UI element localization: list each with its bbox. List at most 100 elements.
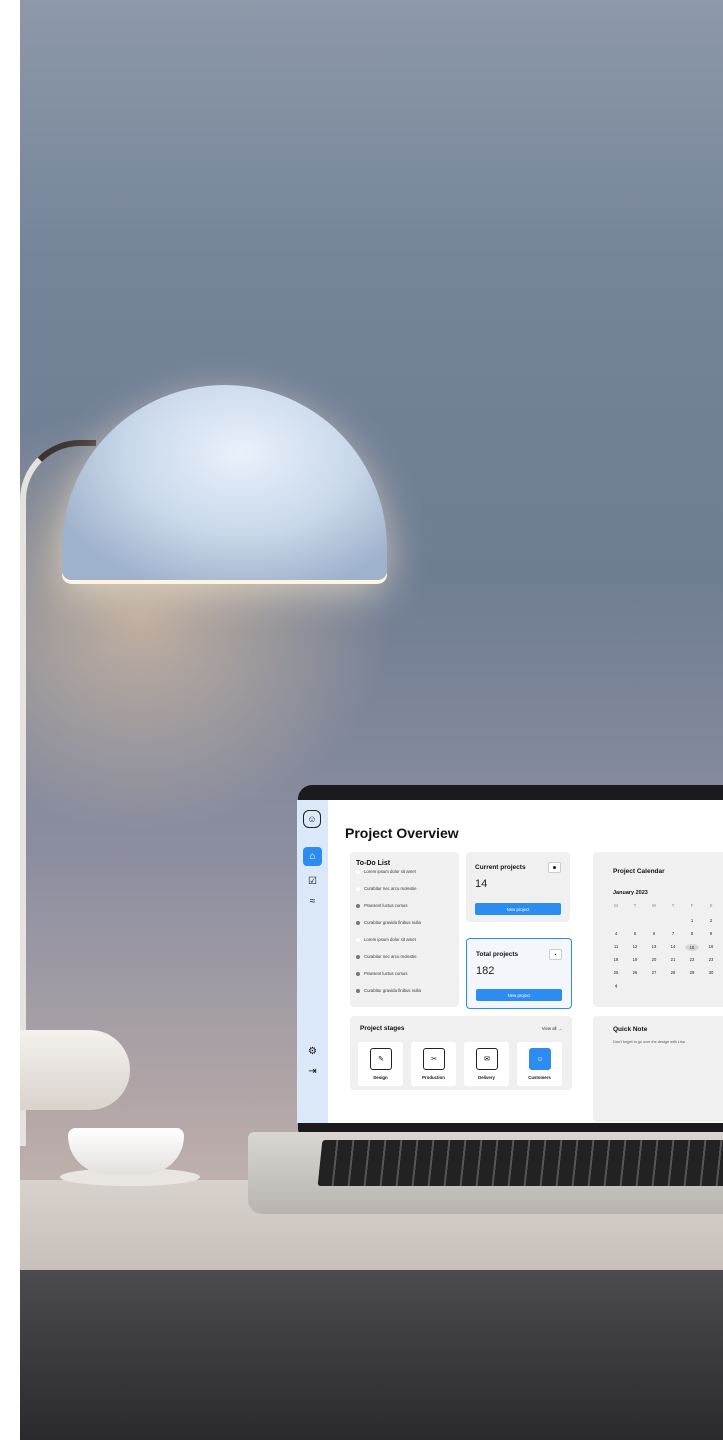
calendar-weekday: S	[709, 903, 713, 908]
calendar-day[interactable]: 22	[685, 957, 699, 962]
calendar-day[interactable]: 25	[609, 970, 623, 975]
calendar-day[interactable]: 27	[647, 970, 661, 975]
todo-item[interactable]: Curabitur gravida finibus nulla	[356, 988, 421, 993]
calendar-weekday: T	[633, 903, 637, 908]
calendar-day-today[interactable]: 15	[685, 944, 699, 951]
project-stages-card: Project stages View all → ✎ Design ✂ Pro…	[350, 1016, 572, 1090]
calendar-weekday: W	[652, 903, 656, 908]
laptop-screen: ☺ ⌂ ☑ ≈ ⚙ ⇥ Project Overview To-Do List …	[297, 800, 723, 1123]
todo-item-label: Lorem ipsum dolor sit amet	[364, 937, 416, 942]
scissors-icon: ✂	[423, 1048, 445, 1070]
mail-icon: ✉	[476, 1048, 498, 1070]
calendar-day[interactable]: 16	[704, 944, 718, 949]
users-icon: ☻	[548, 862, 561, 873]
todo-checkbox[interactable]	[356, 937, 360, 942]
support-icon[interactable]: ☺	[303, 810, 321, 828]
calendar-day[interactable]: 12	[628, 944, 642, 949]
calendar-weekday: M	[614, 903, 618, 908]
todo-item-label: Curabitur gravida finibus nulla	[364, 988, 421, 993]
quick-note-title: Quick Note	[613, 1026, 648, 1033]
calendar-day[interactable]: 30	[704, 970, 718, 975]
todo-item-label: Curabitur nec arcu molestie	[364, 886, 417, 891]
todo-checkbox[interactable]	[356, 903, 360, 908]
todo-item[interactable]: Curabitur gravida finibus nulla	[356, 920, 421, 925]
stage-design[interactable]: ✎ Design	[358, 1042, 403, 1086]
app-sidebar: ☺ ⌂ ☑ ≈ ⚙ ⇥	[297, 800, 328, 1123]
desk-front	[20, 1270, 723, 1440]
desk-photo-background	[20, 0, 723, 1440]
calendar-day[interactable]: 6	[647, 931, 661, 936]
quick-note-text[interactable]: Don't forget to go over the design with …	[613, 1040, 685, 1044]
todo-checkbox[interactable]	[356, 869, 360, 874]
smile-icon: ☺	[529, 1048, 551, 1070]
stage-label: Design	[373, 1075, 388, 1080]
todo-item[interactable]: Curabitur nec arcu molestie	[356, 954, 417, 959]
calendar-day[interactable]: 26	[628, 970, 642, 975]
calendar-day[interactable]: 2	[704, 918, 718, 923]
todo-item[interactable]: Praesent luctus cursus	[356, 903, 407, 908]
current-projects-card: Current projects ☻ 14 New project	[466, 852, 570, 922]
calendar-day[interactable]: 14	[666, 944, 680, 949]
lamp-base	[20, 1030, 130, 1110]
calendar-prev-button[interactable]: ‹	[615, 983, 617, 990]
stage-label: Delivery	[478, 1075, 495, 1080]
todo-item-label: Praesent luctus cursus	[364, 903, 408, 908]
calendar-day[interactable]: 8	[685, 931, 699, 936]
view-all-link[interactable]: View all →	[542, 1026, 562, 1031]
calendar-day[interactable]: 7	[666, 931, 680, 936]
calendar-day[interactable]: 4	[609, 931, 623, 936]
todo-card: To-Do List Lorem ipsum dolor sit amet Cu…	[350, 852, 459, 1007]
stage-label: Customers	[528, 1075, 551, 1080]
lamp-shade	[62, 385, 387, 580]
folder-icon: ▪	[549, 949, 562, 960]
todo-title: To-Do List	[356, 860, 391, 867]
total-projects-value: 182	[476, 965, 495, 977]
todo-checkbox[interactable]	[356, 886, 360, 891]
check-icon[interactable]: ☑	[303, 872, 322, 891]
stage-customers[interactable]: ☺ Customers	[517, 1042, 562, 1086]
todo-item-label: Lorem ipsum dolor sit amet	[364, 869, 416, 874]
todo-item[interactable]: Lorem ipsum dolor sit amet	[356, 869, 416, 874]
todo-item-label: Praesent luctus cursus	[364, 971, 408, 976]
todo-checkbox[interactable]	[356, 920, 360, 925]
calendar-day[interactable]: 11	[609, 944, 623, 949]
gear-icon[interactable]: ⚙	[303, 1042, 322, 1061]
logout-icon[interactable]: ⇥	[303, 1062, 322, 1081]
todo-item[interactable]: Curabitur nec arcu molestie	[356, 886, 417, 891]
stage-production[interactable]: ✂ Production	[411, 1042, 456, 1086]
calendar-month: January 2023	[613, 890, 648, 896]
stage-delivery[interactable]: ✉ Delivery	[464, 1042, 509, 1086]
todo-checkbox[interactable]	[356, 988, 360, 993]
todo-item[interactable]: Lorem ipsum dolor sit amet	[356, 937, 416, 942]
calendar-day[interactable]: 29	[685, 970, 699, 975]
calendar-day[interactable]: 20	[647, 957, 661, 962]
home-icon[interactable]: ⌂	[303, 847, 322, 866]
page-title: Project Overview	[345, 825, 459, 841]
todo-checkbox[interactable]	[356, 971, 360, 976]
stage-label: Production	[422, 1075, 445, 1080]
todo-checkbox[interactable]	[356, 954, 360, 959]
calendar-day[interactable]: 23	[704, 957, 718, 962]
analytics-icon[interactable]: ≈	[303, 892, 322, 911]
todo-item-label: Curabitur gravida finibus nulla	[364, 920, 421, 925]
calendar-day[interactable]: 19	[628, 957, 642, 962]
calendar-weekday: T	[671, 903, 675, 908]
new-project-button[interactable]: New project	[476, 989, 562, 1001]
laptop-keyboard	[317, 1140, 723, 1186]
quick-note-card: Quick Note Don't forget to go over the d…	[593, 1016, 723, 1122]
current-projects-label: Current projects	[475, 864, 526, 871]
calendar-day[interactable]: 13	[647, 944, 661, 949]
todo-item[interactable]: Praesent luctus cursus	[356, 971, 407, 976]
calendar-day[interactable]: 1	[685, 918, 699, 923]
todo-item-label: Curabitur nec arcu molestie	[364, 954, 417, 959]
calendar-day[interactable]: 21	[666, 957, 680, 962]
calendar-day[interactable]: 5	[628, 931, 642, 936]
brush-icon: ✎	[370, 1048, 392, 1070]
project-stages-title: Project stages	[360, 1025, 405, 1032]
calendar-day[interactable]: 18	[609, 957, 623, 962]
project-calendar-card: Project Calendar January 2023 M T W T F S 12 45…	[593, 852, 723, 1007]
calendar-day[interactable]: 28	[666, 970, 680, 975]
calendar-weekday: F	[690, 903, 694, 908]
new-project-button[interactable]: New project	[475, 903, 561, 915]
calendar-day[interactable]: 9	[704, 931, 718, 936]
